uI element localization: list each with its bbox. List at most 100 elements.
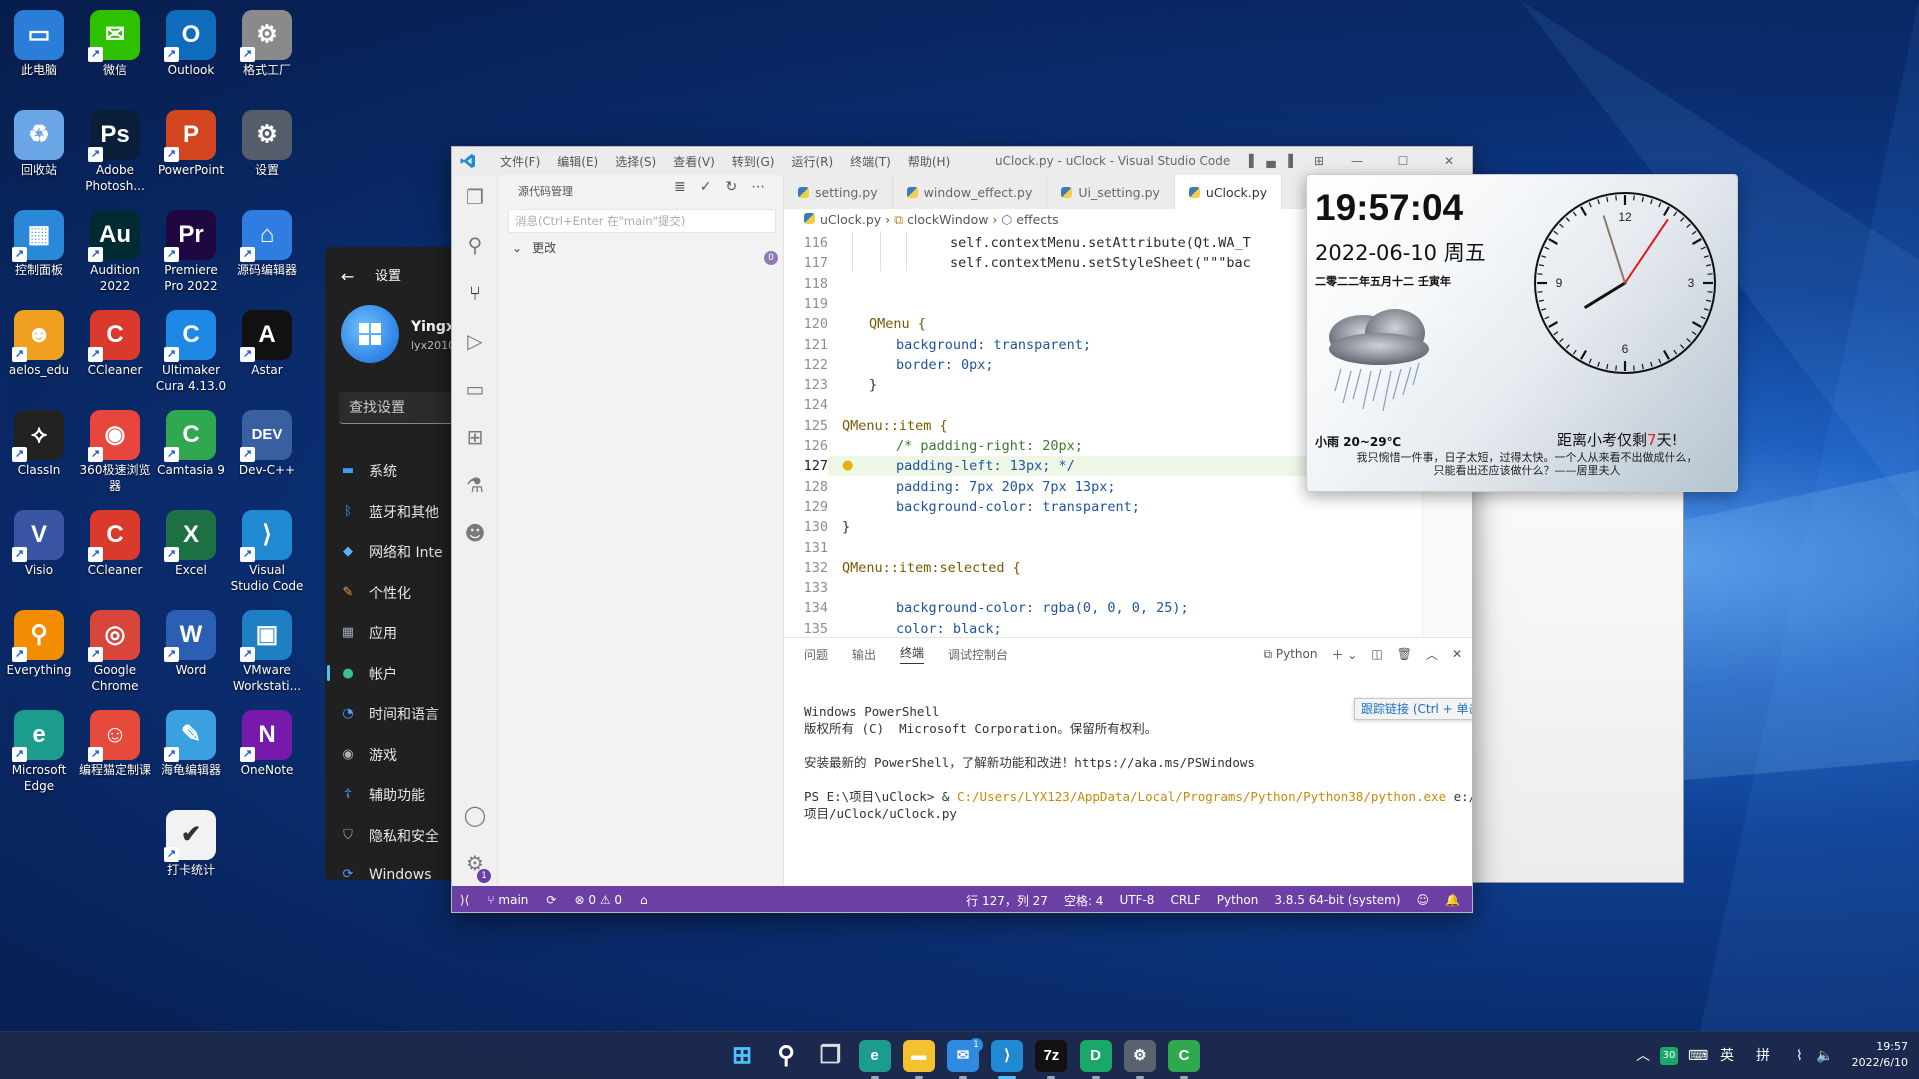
settings-nav-item[interactable]: ᛒ 蓝牙和其他 xyxy=(339,502,439,522)
desktop-icon[interactable]: WWord xyxy=(154,606,228,678)
breadcrumb-item[interactable]: uClock.py xyxy=(820,212,881,227)
view-as-tree-icon[interactable]: ≣ xyxy=(674,179,686,195)
menu-item[interactable]: 终端(T) xyxy=(850,153,891,170)
python-interpreter[interactable]: 3.8.5 64-bit (system) xyxy=(1274,893,1400,907)
desktop-icon[interactable]: AuAudition 2022 xyxy=(78,206,152,294)
wifi-icon[interactable]: ⌇ xyxy=(1796,1032,1803,1079)
desktop-icon[interactable]: eMicrosoft Edge xyxy=(2,706,76,794)
extensions-icon[interactable]: ⊞ xyxy=(463,425,487,449)
keyboard-icon[interactable]: ⌨ xyxy=(1688,1032,1708,1079)
branch-indicator[interactable]: ⑂ main xyxy=(487,893,528,907)
explorer-icon[interactable]: ❐ xyxy=(463,185,487,209)
settings-nav-item[interactable]: ⟳ Windows xyxy=(339,866,432,880)
remote-icon[interactable]: ⟩⟨ xyxy=(460,893,469,907)
toggle-secondary-sidebar-icon[interactable]: ▌ xyxy=(1282,154,1304,168)
kill-terminal-icon[interactable]: 🗑 xyxy=(1397,647,1412,661)
start-button[interactable]: ⊞ xyxy=(726,1040,758,1072)
panel-tab[interactable]: 问题 xyxy=(804,646,828,663)
desktop-icon[interactable]: ✔打卡统计 xyxy=(154,806,228,878)
menu-item[interactable]: 帮助(H) xyxy=(908,153,950,170)
bug-icon[interactable]: ☻ xyxy=(463,521,487,545)
customize-layout-icon[interactable]: ⊞ xyxy=(1304,154,1334,168)
desktop-icon[interactable]: ☻aelos_edu xyxy=(2,306,76,378)
desktop-icon[interactable]: XExcel xyxy=(154,506,228,578)
desktop-icon[interactable]: DEVDev-C++ xyxy=(230,406,304,478)
desktop-icon[interactable]: ⚙ 设置 xyxy=(230,106,304,178)
menu-item[interactable]: 文件(F) xyxy=(500,153,540,170)
ime-mode[interactable]: 拼 xyxy=(1756,1032,1770,1079)
clock-tray[interactable]: 19:57 2022/6/10 xyxy=(1844,1039,1908,1071)
search-icon[interactable]: ⚲ xyxy=(770,1040,802,1072)
file-explorer-icon[interactable]: ▬ xyxy=(902,1040,935,1072)
settings-nav-item[interactable]: ◆ 网络和 Inte xyxy=(339,542,443,562)
menu-item[interactable]: 编辑(E) xyxy=(557,153,598,170)
bell-icon[interactable]: 🔔 xyxy=(1445,893,1460,907)
desktop-icon[interactable]: ✉微信 xyxy=(78,6,152,78)
show-hidden-icons-chevron-icon[interactable]: ︿ xyxy=(1636,1032,1650,1079)
settings-nav-item[interactable]: ◔ 时间和语言 xyxy=(339,704,439,724)
edge-icon[interactable]: e xyxy=(858,1040,891,1072)
desktop-icon[interactable]: ◎Google Chrome xyxy=(78,606,152,694)
editor-tab[interactable]: setting.py xyxy=(784,175,893,209)
source-control-icon[interactable]: ⑂ xyxy=(463,281,487,305)
terminal-link[interactable]: https://aka.ms/PSWindows xyxy=(1074,755,1255,770)
indentation[interactable]: 空格: 4 xyxy=(1064,892,1104,909)
changes-group[interactable]: ⌄ 更改 xyxy=(512,239,556,256)
vscode-icon[interactable]: ⟩ xyxy=(991,1040,1024,1072)
breadcrumb-item[interactable]: effects xyxy=(1016,212,1058,227)
toggle-sidebar-icon[interactable]: ▐ xyxy=(1238,154,1260,168)
maximize-button[interactable]: ☐ xyxy=(1380,154,1426,168)
editor-tab[interactable]: uClock.py xyxy=(1174,175,1283,209)
remote-explorer-icon[interactable]: ▭ xyxy=(463,377,487,401)
close-panel-icon[interactable]: ✕ xyxy=(1452,647,1462,661)
settings-search-input[interactable]: 查找设置 xyxy=(339,392,457,424)
live-share-icon[interactable]: ⌂ xyxy=(640,893,648,907)
desktop-icon[interactable]: CCCleaner xyxy=(78,306,152,378)
menu-item[interactable]: 运行(R) xyxy=(791,153,833,170)
breadcrumb-item[interactable]: clockWindow xyxy=(907,212,988,227)
desktop-icon[interactable]: ⟩Visual Studio Code xyxy=(230,506,304,594)
more-actions-icon[interactable]: ⋯ xyxy=(751,179,765,195)
sync-icon[interactable]: ⟳ xyxy=(546,893,556,907)
new-terminal-icon[interactable]: ＋ ⌄ xyxy=(1331,646,1357,663)
desktop-icon[interactable]: ▭ 此电脑 xyxy=(2,6,76,78)
panel-tab[interactable]: 输出 xyxy=(852,646,876,663)
commit-message-input[interactable]: 消息(Ctrl+Enter 在"main"提交) xyxy=(508,209,776,233)
refresh-icon[interactable]: ↻ xyxy=(725,179,737,195)
editor-tab[interactable]: window_effect.py xyxy=(893,175,1048,209)
run-debug-icon[interactable]: ▷ xyxy=(463,329,487,353)
desktop-icon[interactable]: ⟡ClassIn xyxy=(2,406,76,478)
green-app-icon[interactable]: D xyxy=(1079,1040,1112,1072)
desktop-icon[interactable]: CCamtasia 9 xyxy=(154,406,228,478)
desktop-icon[interactable]: ♻ 回收站 xyxy=(2,106,76,178)
desktop-icon[interactable]: NOneNote xyxy=(230,706,304,778)
tray-badge-icon[interactable]: 30 xyxy=(1660,1047,1678,1065)
desktop-icon[interactable]: CUltimaker Cura 4.13.0 xyxy=(154,306,228,394)
desktop-icon[interactable]: AAstar xyxy=(230,306,304,378)
settings-nav-item[interactable]: ✎ 个性化 xyxy=(339,583,411,603)
settings-nav-item[interactable]: ▬ 系统 xyxy=(339,461,397,481)
volume-icon[interactable]: 🔈 xyxy=(1816,1032,1833,1079)
testing-icon[interactable]: ⚗ xyxy=(463,473,487,497)
desktop-icon[interactable]: PsAdobe Photosh... xyxy=(78,106,152,194)
desktop-icon[interactable]: CCCleaner xyxy=(78,506,152,578)
close-button[interactable]: ✕ xyxy=(1426,154,1472,168)
line-ending[interactable]: CRLF xyxy=(1170,893,1200,907)
problems-indicator[interactable]: ⊗ 0 ⚠ 0 xyxy=(574,893,622,907)
toggle-panel-icon[interactable]: ▄ xyxy=(1260,154,1282,168)
desktop-icon[interactable]: ⚲Everything xyxy=(2,606,76,678)
desktop-icon[interactable]: VVisio xyxy=(2,506,76,578)
camtasia-icon[interactable]: C xyxy=(1168,1040,1200,1072)
language-mode[interactable]: Python xyxy=(1217,893,1259,907)
back-arrow-icon[interactable]: ← xyxy=(341,267,354,286)
desktop-icon[interactable]: PrPremiere Pro 2022 xyxy=(154,206,228,294)
menu-item[interactable]: 查看(V) xyxy=(673,153,715,170)
clock-widget[interactable]: 19:57:04 2022-06-10 周五 二零二二年五月十二 壬寅年 小雨 … xyxy=(1306,174,1738,492)
settings-gear-icon[interactable]: ⚙ xyxy=(1123,1040,1156,1072)
encoding[interactable]: UTF-8 xyxy=(1119,893,1154,907)
desktop-icon[interactable]: ⚙格式工厂 xyxy=(230,6,304,78)
settings-nav-item[interactable]: ☦ 辅助功能 xyxy=(339,785,425,805)
minimize-button[interactable]: — xyxy=(1334,154,1380,168)
7zip-icon[interactable]: 7z xyxy=(1035,1040,1068,1072)
feedback-icon[interactable]: ☺ xyxy=(1417,893,1430,907)
